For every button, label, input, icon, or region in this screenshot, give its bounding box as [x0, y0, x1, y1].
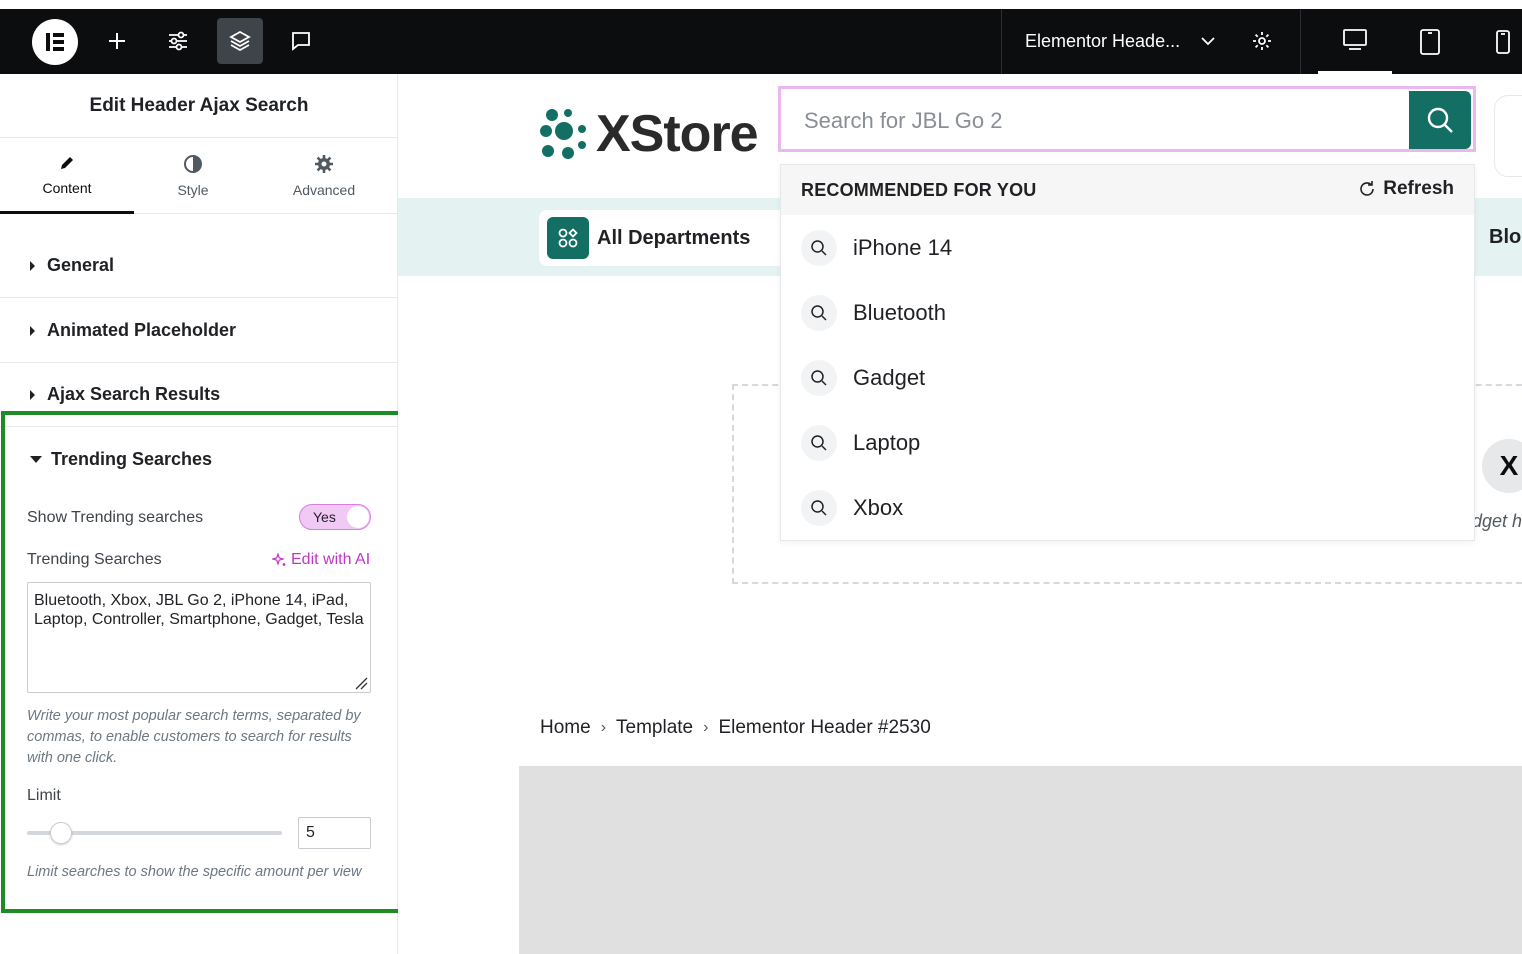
header-side-element[interactable]	[1494, 95, 1522, 177]
chevron-down-icon[interactable]	[1200, 33, 1216, 54]
refresh-label: Refresh	[1383, 178, 1454, 199]
section-general[interactable]: General	[0, 234, 398, 298]
grid-icon	[547, 217, 589, 259]
section-ajax-search-results-label: Ajax Search Results	[47, 384, 221, 404]
suggestion-label: Gadget	[853, 365, 926, 390]
xstore-logo-icon	[540, 109, 586, 159]
dropdown-title: RECOMMENDED FOR YOU	[801, 180, 1037, 200]
suggestion-label: Xbox	[853, 495, 904, 520]
search-input[interactable]: Search for JBL Go 2	[804, 108, 1003, 134]
panel-title: Edit Header Ajax Search	[0, 74, 398, 138]
elementor-logo-icon[interactable]	[32, 19, 78, 65]
suggestion-item[interactable]: Bluetooth	[801, 293, 946, 333]
search-icon	[801, 295, 837, 331]
suggestion-item[interactable]: Gadget	[801, 358, 925, 398]
pencil-icon	[61, 156, 73, 169]
breadcrumb-template[interactable]: Template	[616, 717, 693, 739]
ajax-search-form[interactable]: Search for JBL Go 2	[778, 86, 1476, 152]
section-animated-placeholder[interactable]: Animated Placeholder	[0, 299, 398, 363]
tab-advanced[interactable]: Advanced	[257, 138, 391, 214]
breadcrumb-current: Elementor Header #2530	[718, 717, 931, 738]
half-circle-icon	[184, 155, 202, 173]
brand-logo[interactable]: XStore	[538, 104, 759, 164]
all-departments-label: All Departments	[597, 226, 751, 249]
refresh-button[interactable]: Refresh	[1357, 178, 1454, 200]
search-icon	[801, 360, 837, 396]
caret-right-icon	[30, 260, 35, 271]
dropdown-header: RECOMMENDED FOR YOU Refresh	[781, 165, 1474, 215]
tab-style-label: Style	[177, 182, 209, 198]
suggestion-item[interactable]: Laptop	[801, 423, 920, 463]
layers-icon[interactable]	[217, 18, 263, 64]
widget-hint-text: dget he	[1472, 511, 1522, 531]
all-departments-button[interactable]: All Departments	[539, 210, 789, 266]
section-animated-placeholder-label: Animated Placeholder	[47, 320, 237, 340]
tab-content-label: Content	[42, 179, 92, 196]
editor-topbar: Elementor Heade...	[0, 9, 1522, 74]
breadcrumb: Home › Template › Elementor Header #2530	[540, 717, 931, 739]
tab-advanced-label: Advanced	[292, 182, 356, 198]
top-strip	[0, 0, 1522, 9]
caret-right-icon	[30, 389, 35, 400]
suggestion-item[interactable]: iPhone 14	[801, 228, 952, 268]
search-icon	[801, 230, 837, 266]
comment-icon[interactable]	[278, 18, 324, 64]
suggestion-label: Bluetooth	[853, 300, 946, 325]
search-icon	[1427, 107, 1453, 133]
document-title[interactable]: Elementor Heade...	[1025, 31, 1180, 52]
chevron-right-icon: ›	[600, 719, 607, 736]
refresh-icon	[1360, 181, 1375, 196]
chevron-right-icon: ›	[703, 719, 709, 736]
section-general-label: General	[47, 255, 115, 275]
document-selector[interactable]: Elementor Heade...	[1001, 9, 1301, 74]
search-suggestions-dropdown: RECOMMENDED FOR YOU Refresh iPhone 14 Bl…	[780, 164, 1475, 541]
tablet-icon[interactable]	[1393, 9, 1467, 74]
suggestion-label: Laptop	[853, 430, 921, 455]
settings-sliders-icon[interactable]	[155, 18, 201, 64]
panel-tabs: Content Style Advanced	[0, 138, 398, 214]
tab-content[interactable]: Content	[0, 138, 134, 214]
tab-style[interactable]: Style	[126, 138, 260, 214]
desktop-icon[interactable]	[1318, 9, 1392, 74]
brand-name: XStore	[596, 105, 759, 163]
gear-icon[interactable]	[1251, 30, 1273, 57]
suggestion-label: iPhone 14	[853, 235, 953, 260]
search-icon	[801, 425, 837, 461]
search-icon	[801, 490, 837, 526]
cog-icon	[315, 155, 333, 173]
add-icon[interactable]	[94, 18, 140, 64]
content-placeholder	[519, 766, 1522, 954]
nav-blog-link[interactable]: Blog	[1489, 226, 1522, 249]
preview-canvas: XStore Search for JBL Go 2 All Departmen…	[398, 74, 1522, 954]
mobile-icon[interactable]	[1466, 9, 1522, 74]
suggestion-item[interactable]: Xbox	[801, 488, 903, 528]
search-submit-button[interactable]	[1409, 91, 1471, 149]
breadcrumb-home[interactable]: Home	[540, 717, 591, 739]
caret-right-icon	[30, 325, 35, 336]
